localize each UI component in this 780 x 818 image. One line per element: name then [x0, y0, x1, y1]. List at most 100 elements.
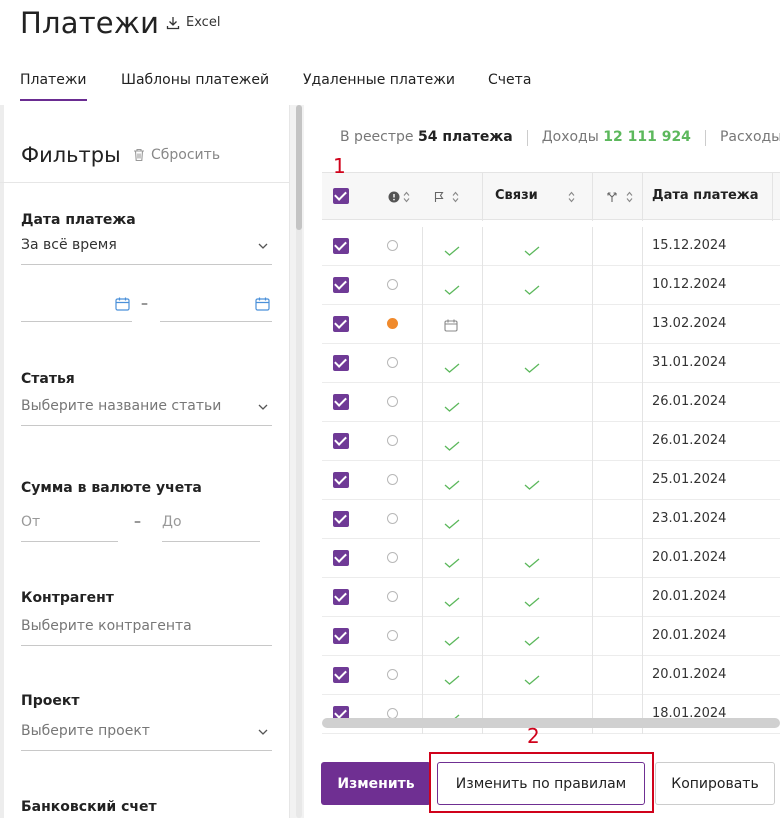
sort-icon[interactable]	[626, 191, 633, 203]
download-icon	[166, 16, 180, 29]
status-dot	[387, 630, 398, 641]
sidebar-scrollbar-thumb[interactable]	[296, 105, 302, 230]
chevron-down-icon	[258, 404, 268, 410]
table-row[interactable]: 26.01.2024	[322, 383, 780, 422]
table-row[interactable]: 18.01.2024	[322, 695, 780, 734]
row-checkbox[interactable]	[333, 433, 349, 449]
column-date-header[interactable]: Дата платежа	[652, 188, 759, 203]
row-checkbox[interactable]	[333, 667, 349, 683]
amount-to-field[interactable]: До	[162, 514, 260, 542]
calendar-icon	[255, 297, 270, 311]
payment-date-cell: 10.12.2024	[652, 277, 727, 292]
amount-to-placeholder: До	[162, 514, 182, 530]
column-links-header[interactable]: Связи	[495, 188, 538, 203]
amount-range-dash: –	[134, 514, 141, 530]
table-row[interactable]: 26.01.2024	[322, 422, 780, 461]
reset-filters-button[interactable]: Сбросить	[133, 147, 220, 163]
income-label: Доходы	[541, 129, 599, 145]
filters-title: Фильтры	[21, 143, 121, 167]
table-row[interactable]: 31.01.2024	[322, 344, 780, 383]
status-dot	[387, 435, 398, 446]
check-icon	[444, 436, 460, 455]
table-row[interactable]: 13.02.2024	[322, 305, 780, 344]
calendar-icon	[444, 317, 458, 336]
row-checkbox[interactable]	[333, 472, 349, 488]
sidebar-scrollbar[interactable]	[296, 105, 302, 818]
table-horizontal-scrollbar[interactable]	[322, 718, 780, 728]
table-row[interactable]: 20.01.2024	[322, 578, 780, 617]
table-row[interactable]: 10.12.2024	[322, 266, 780, 305]
article-select[interactable]: Выберите название статьи	[21, 398, 272, 426]
row-checkbox[interactable]	[333, 628, 349, 644]
sort-icon[interactable]	[403, 191, 410, 203]
sort-icon[interactable]	[568, 191, 575, 203]
sort-icon[interactable]	[452, 191, 459, 203]
income-value: 12 111 924	[603, 129, 691, 145]
check-icon	[524, 631, 540, 650]
tab-payments[interactable]: Платежи	[20, 72, 87, 101]
table-row[interactable]: 15.12.2024	[322, 227, 780, 266]
date-from-field[interactable]	[21, 294, 132, 322]
select-all-checkbox[interactable]	[333, 188, 349, 204]
row-checkbox[interactable]	[333, 394, 349, 410]
date-to-field[interactable]	[160, 294, 272, 322]
amount-from-field[interactable]: От	[21, 514, 118, 542]
expense-label: Расходы	[719, 129, 780, 145]
registry-prefix: В реестре	[340, 129, 414, 145]
tab-payment-templates[interactable]: Шаблоны платежей	[121, 72, 269, 88]
row-checkbox[interactable]	[333, 589, 349, 605]
check-icon	[444, 670, 460, 689]
project-select[interactable]: Выберите проект	[21, 723, 272, 751]
status-dot	[387, 279, 398, 290]
split-icon[interactable]	[606, 191, 618, 203]
edit-button[interactable]: Изменить	[321, 762, 431, 805]
status-dot	[387, 357, 398, 368]
status-dot	[387, 513, 398, 524]
row-checkbox[interactable]	[333, 511, 349, 527]
trash-icon	[134, 148, 144, 162]
check-icon	[444, 631, 460, 650]
sidebar-divider	[0, 182, 290, 183]
check-icon	[444, 553, 460, 572]
payment-date-select[interactable]: За всё время	[21, 237, 272, 265]
tab-invoices[interactable]: Счета	[488, 72, 531, 88]
counterparty-select[interactable]: Выберите контрагента	[21, 618, 272, 646]
table-row[interactable]: 20.01.2024	[322, 656, 780, 695]
table-row[interactable]: 23.01.2024	[322, 500, 780, 539]
chevron-down-icon	[258, 243, 268, 249]
payment-date-cell: 20.01.2024	[652, 550, 727, 565]
status-dot	[387, 669, 398, 680]
row-checkbox[interactable]	[333, 316, 349, 332]
status-dot-warning	[387, 318, 398, 329]
check-icon	[524, 592, 540, 611]
row-checkbox[interactable]	[333, 277, 349, 293]
table-row[interactable]: 20.01.2024	[322, 617, 780, 656]
check-icon	[524, 553, 540, 572]
alert-icon[interactable]	[388, 191, 400, 203]
table-row[interactable]: 25.01.2024	[322, 461, 780, 500]
flag-icon[interactable]	[434, 191, 446, 203]
excel-export-button[interactable]: Excel	[166, 15, 220, 30]
payment-date-cell: 26.01.2024	[652, 433, 727, 448]
row-checkbox[interactable]	[333, 355, 349, 371]
check-icon	[524, 241, 540, 260]
amount-from-placeholder: От	[21, 514, 41, 530]
amount-label: Сумма в валюте учета	[21, 480, 202, 496]
row-checkbox[interactable]	[333, 550, 349, 566]
check-icon	[524, 670, 540, 689]
tab-deleted-payments[interactable]: Удаленные платежи	[303, 72, 455, 88]
table-row[interactable]: 20.01.2024	[322, 539, 780, 578]
annotation-marker-1: 1	[333, 154, 346, 178]
payment-date-cell: 20.01.2024	[652, 589, 727, 604]
registry-summary: В реестре 54 платежа Доходы 12 111 924 Р…	[340, 129, 780, 146]
row-checkbox[interactable]	[333, 238, 349, 254]
check-icon	[444, 280, 460, 299]
article-label: Статья	[21, 371, 75, 387]
payment-date-cell: 31.01.2024	[652, 355, 727, 370]
check-icon	[524, 358, 540, 377]
calendar-icon	[115, 297, 130, 311]
check-icon	[444, 241, 460, 260]
copy-button[interactable]: Копировать	[655, 762, 775, 805]
tabs: Платежи Шаблоны платежей Удаленные плате…	[0, 72, 780, 104]
table-header: Связи Дата платежа	[322, 172, 780, 221]
